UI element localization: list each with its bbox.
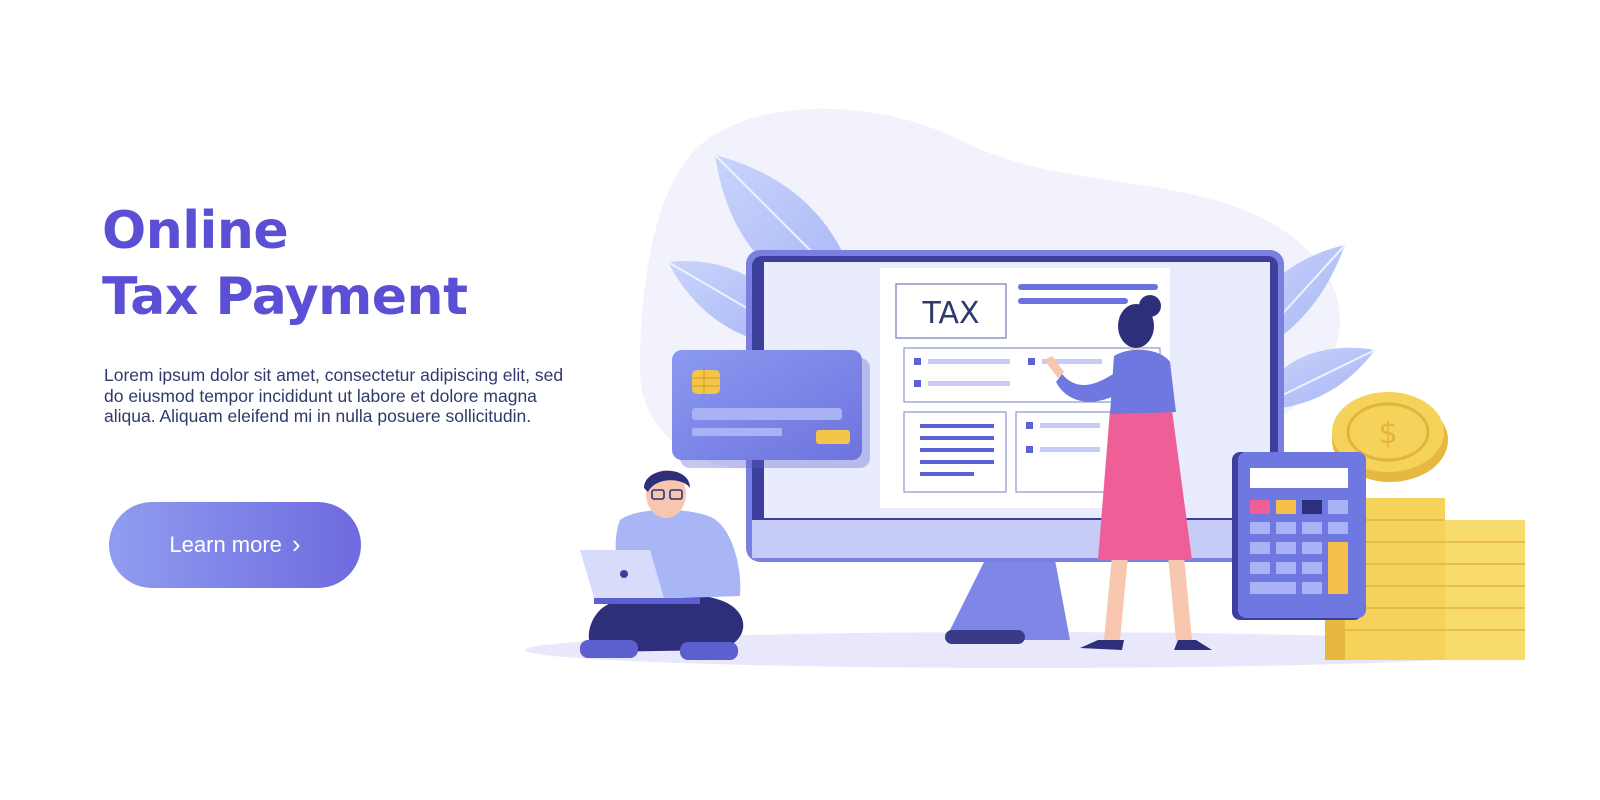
credit-card	[672, 350, 870, 468]
man-with-laptop-figure	[580, 470, 744, 660]
online-tax-illustration: TAX $	[525, 108, 1525, 668]
tax-form-heading: TAX	[921, 296, 979, 331]
calculator	[1232, 452, 1366, 620]
dollar-symbol: $	[1378, 416, 1397, 451]
